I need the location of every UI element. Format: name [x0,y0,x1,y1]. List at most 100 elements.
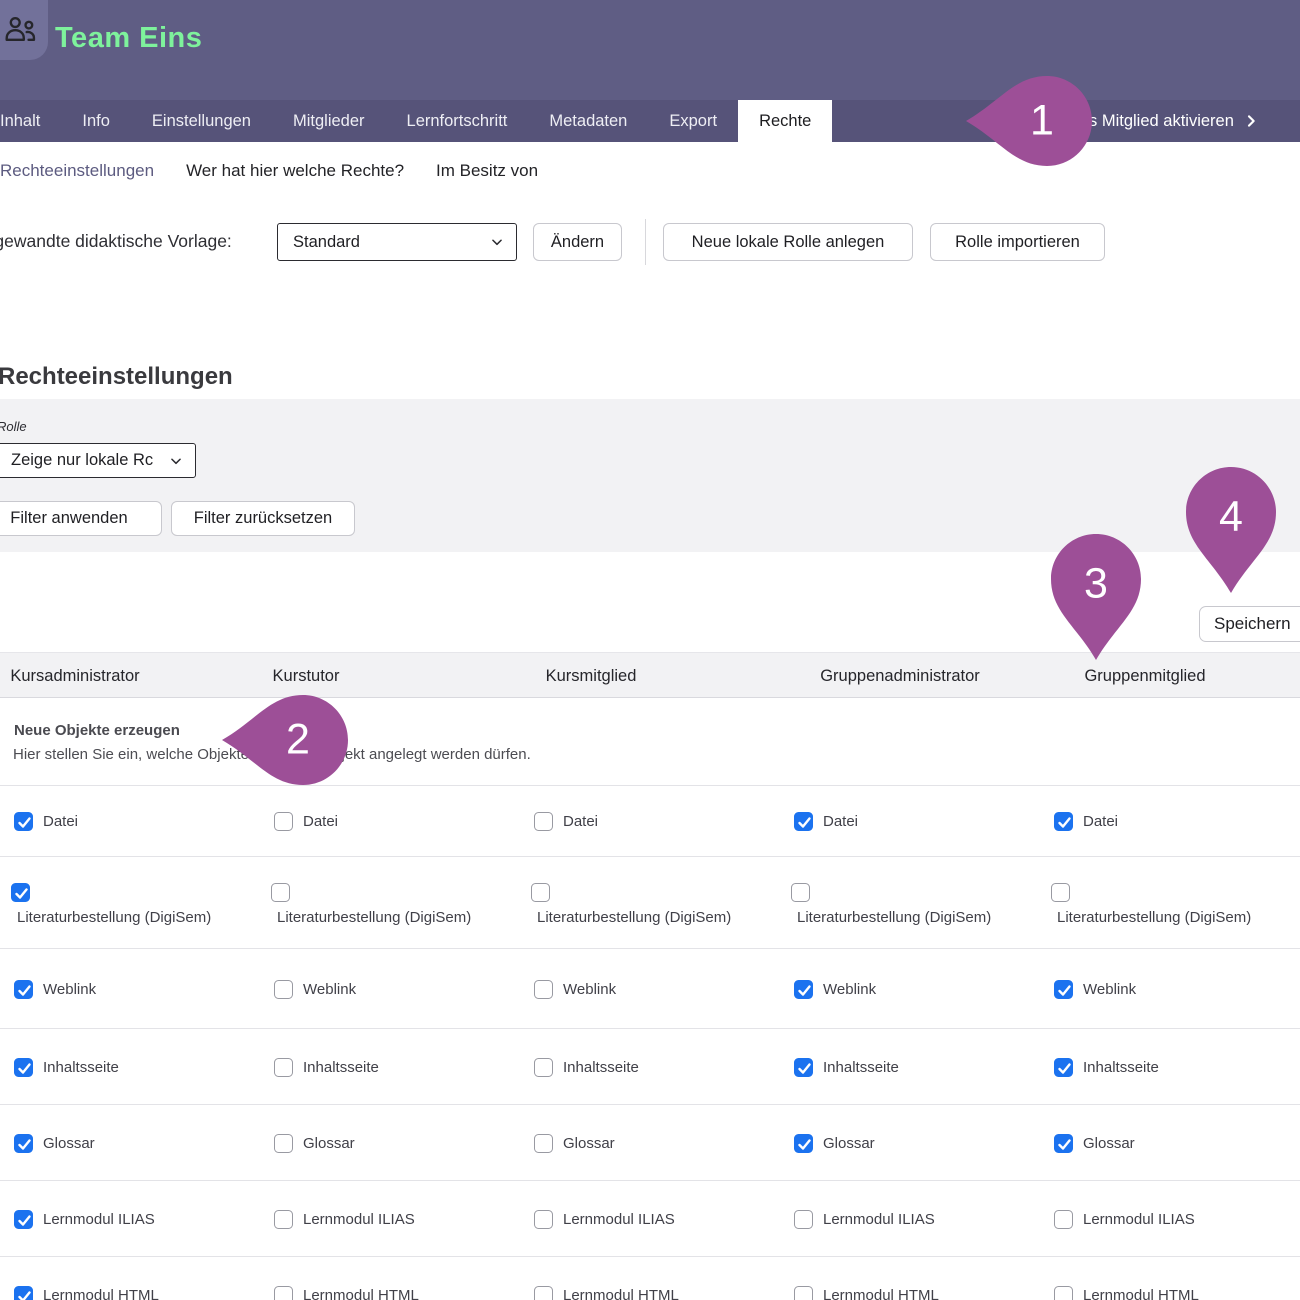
new-local-role-button[interactable]: Neue lokale Rolle anlegen [663,223,913,261]
permission-cell: Lernmodul ILIAS [14,1182,155,1257]
checkbox-label: Lernmodul ILIAS [303,1211,415,1228]
permission-cell: Inhaltsseite [534,1030,639,1105]
checkbox-lernmodul-html-kurstutor[interactable] [274,1286,293,1300]
checkbox-weblink-kursmitglied[interactable] [534,980,553,999]
permission-row-weblink: Weblink Weblink Weblink Weblink Weblink [0,950,1300,1029]
checkbox-label: Lernmodul HTML [823,1287,939,1300]
checkbox-lernmodul-ilias-gruppenadministrator[interactable] [794,1210,813,1229]
permission-cell: Inhaltsseite [794,1030,899,1105]
checkbox-inhaltsseite-kurstutor[interactable] [274,1058,293,1077]
tab-info[interactable]: Info [61,100,131,142]
checkbox-weblink-gruppenadministrator[interactable] [794,980,813,999]
subtab-im-besitz-von[interactable]: Im Besitz von [420,161,554,181]
checkbox-label: Weblink [303,981,356,998]
permission-cell: Lernmodul HTML [14,1258,159,1300]
permission-row-inhaltsseite: Inhaltsseite Inhaltsseite Inhaltsseite Inha… [0,1030,1300,1105]
checkbox-lernmodul-ilias-kursadministrator[interactable] [14,1210,33,1229]
permission-cell: Literaturbestellung (DigiSem) [271,883,471,926]
checkbox-lernmodul-ilias-kurstutor[interactable] [274,1210,293,1229]
checkbox-label: Inhaltsseite [43,1059,119,1076]
checkbox-lernmodul-html-gruppenadministrator[interactable] [794,1286,813,1300]
checkbox-label: Glossar [823,1135,875,1152]
tab-overflow-label: s Mitglied aktivieren [1089,100,1234,142]
checkbox-label: Datei [303,813,338,830]
subtab-wer-hat-hier-welche-rechte[interactable]: Wer hat hier welche Rechte? [170,161,420,181]
checkbox-datei-gruppenadministrator[interactable] [794,812,813,831]
callout-marker-1: 1 [966,76,1092,166]
checkbox-literaturbestellung-digisem-kurstutor[interactable] [271,883,290,902]
checkbox-label: Datei [823,813,858,830]
tab-overflow-mitglied-aktivieren[interactable]: s Mitglied aktivieren [1089,100,1259,142]
callout-marker-number: 2 [286,716,310,765]
permission-cell: Lernmodul ILIAS [1054,1182,1195,1257]
checkbox-datei-kursmitglied[interactable] [534,812,553,831]
checkbox-datei-gruppenmitglied[interactable] [1054,812,1073,831]
tab-lernfortschritt[interactable]: Lernfortschritt [386,100,529,142]
checkbox-glossar-kursmitglied[interactable] [534,1134,553,1153]
tab-einstellungen[interactable]: Einstellungen [131,100,272,142]
checkbox-glossar-kurstutor[interactable] [274,1134,293,1153]
chevron-down-icon [169,454,183,468]
subtab-rechteeinstellungen[interactable]: Rechteeinstellungen [0,161,170,181]
section-heading: Rechteeinstellungen [0,363,233,391]
checkbox-label: Glossar [303,1135,355,1152]
checkbox-inhaltsseite-gruppenadministrator[interactable] [794,1058,813,1077]
checkbox-literaturbestellung-digisem-gruppenadministrator[interactable] [791,883,810,902]
tab-inhalt[interactable]: Inhalt [0,100,61,142]
didactic-template-select[interactable]: Standard [277,223,517,261]
permission-cell: Weblink [14,950,96,1029]
checkbox-glossar-gruppenmitglied[interactable] [1054,1134,1073,1153]
role-filter-label: Rolle [0,419,27,434]
checkbox-lernmodul-ilias-kursmitglied[interactable] [534,1210,553,1229]
tab-export[interactable]: Export [648,100,738,142]
permission-cell: Glossar [534,1106,615,1181]
tab-mitglieder[interactable]: Mitglieder [272,100,386,142]
checkbox-lernmodul-html-kursmitglied[interactable] [534,1286,553,1300]
tab-metadaten[interactable]: Metadaten [528,100,648,142]
checkbox-weblink-kurstutor[interactable] [274,980,293,999]
save-button[interactable]: Speichern [1199,606,1300,642]
group-object-icon-chip[interactable] [0,0,48,60]
checkbox-datei-kurstutor[interactable] [274,812,293,831]
checkbox-literaturbestellung-digisem-kursadministrator[interactable] [11,883,30,902]
checkbox-inhaltsseite-kursadministrator[interactable] [14,1058,33,1077]
checkbox-weblink-kursadministrator[interactable] [14,980,33,999]
group-people-icon [1,11,39,49]
column-header-kursmitglied: Kursmitglied [546,653,637,699]
role-filter-select-value: Zeige nur lokale Rc [11,451,153,470]
callout-marker-number: 1 [1030,97,1054,146]
checkbox-inhaltsseite-kursmitglied[interactable] [534,1058,553,1077]
tab-rechte[interactable]: Rechte [738,100,832,142]
permission-cell: Weblink [1054,950,1136,1029]
checkbox-glossar-kursadministrator[interactable] [14,1134,33,1153]
column-header-kurstutor: Kurstutor [273,653,340,699]
filter-reset-button[interactable]: Filter zurücksetzen [171,501,355,536]
checkbox-lernmodul-ilias-gruppenmitglied[interactable] [1054,1210,1073,1229]
permission-cell: Glossar [1054,1106,1135,1181]
checkbox-label: Weblink [823,981,876,998]
checkbox-literaturbestellung-digisem-gruppenmitglied[interactable] [1051,883,1070,902]
checkbox-lernmodul-html-gruppenmitglied[interactable] [1054,1286,1073,1300]
checkbox-label: Inhaltsseite [1083,1059,1159,1076]
checkbox-label: Literaturbestellung (DigiSem) [17,909,211,926]
permission-cell: Weblink [534,950,616,1029]
filter-apply-button[interactable]: Filter anwenden [0,501,162,536]
change-template-button[interactable]: Ändern [533,223,622,261]
import-role-button[interactable]: Rolle importieren [930,223,1105,261]
checkbox-datei-kursadministrator[interactable] [14,812,33,831]
new-objects-section: Neue Objekte erzeugen Hier stellen Sie e… [0,698,1300,786]
column-header-gruppenadministrator: Gruppenadministrator [820,653,980,699]
checkbox-label: Inhaltsseite [303,1059,379,1076]
role-filter-select[interactable]: Zeige nur lokale Rc [0,443,196,478]
checkbox-literaturbestellung-digisem-kursmitglied[interactable] [531,883,550,902]
column-header-kursadministrator: Kursadministrator [10,653,139,699]
checkbox-weblink-gruppenmitglied[interactable] [1054,980,1073,999]
checkbox-label: Literaturbestellung (DigiSem) [277,909,471,926]
checkbox-label: Datei [43,813,78,830]
permission-cell: Datei [1054,786,1118,857]
checkbox-inhaltsseite-gruppenmitglied[interactable] [1054,1058,1073,1077]
checkbox-glossar-gruppenadministrator[interactable] [794,1134,813,1153]
checkbox-label: Literaturbestellung (DigiSem) [1057,909,1251,926]
permission-cell: Datei [534,786,598,857]
checkbox-lernmodul-html-kursadministrator[interactable] [14,1286,33,1300]
